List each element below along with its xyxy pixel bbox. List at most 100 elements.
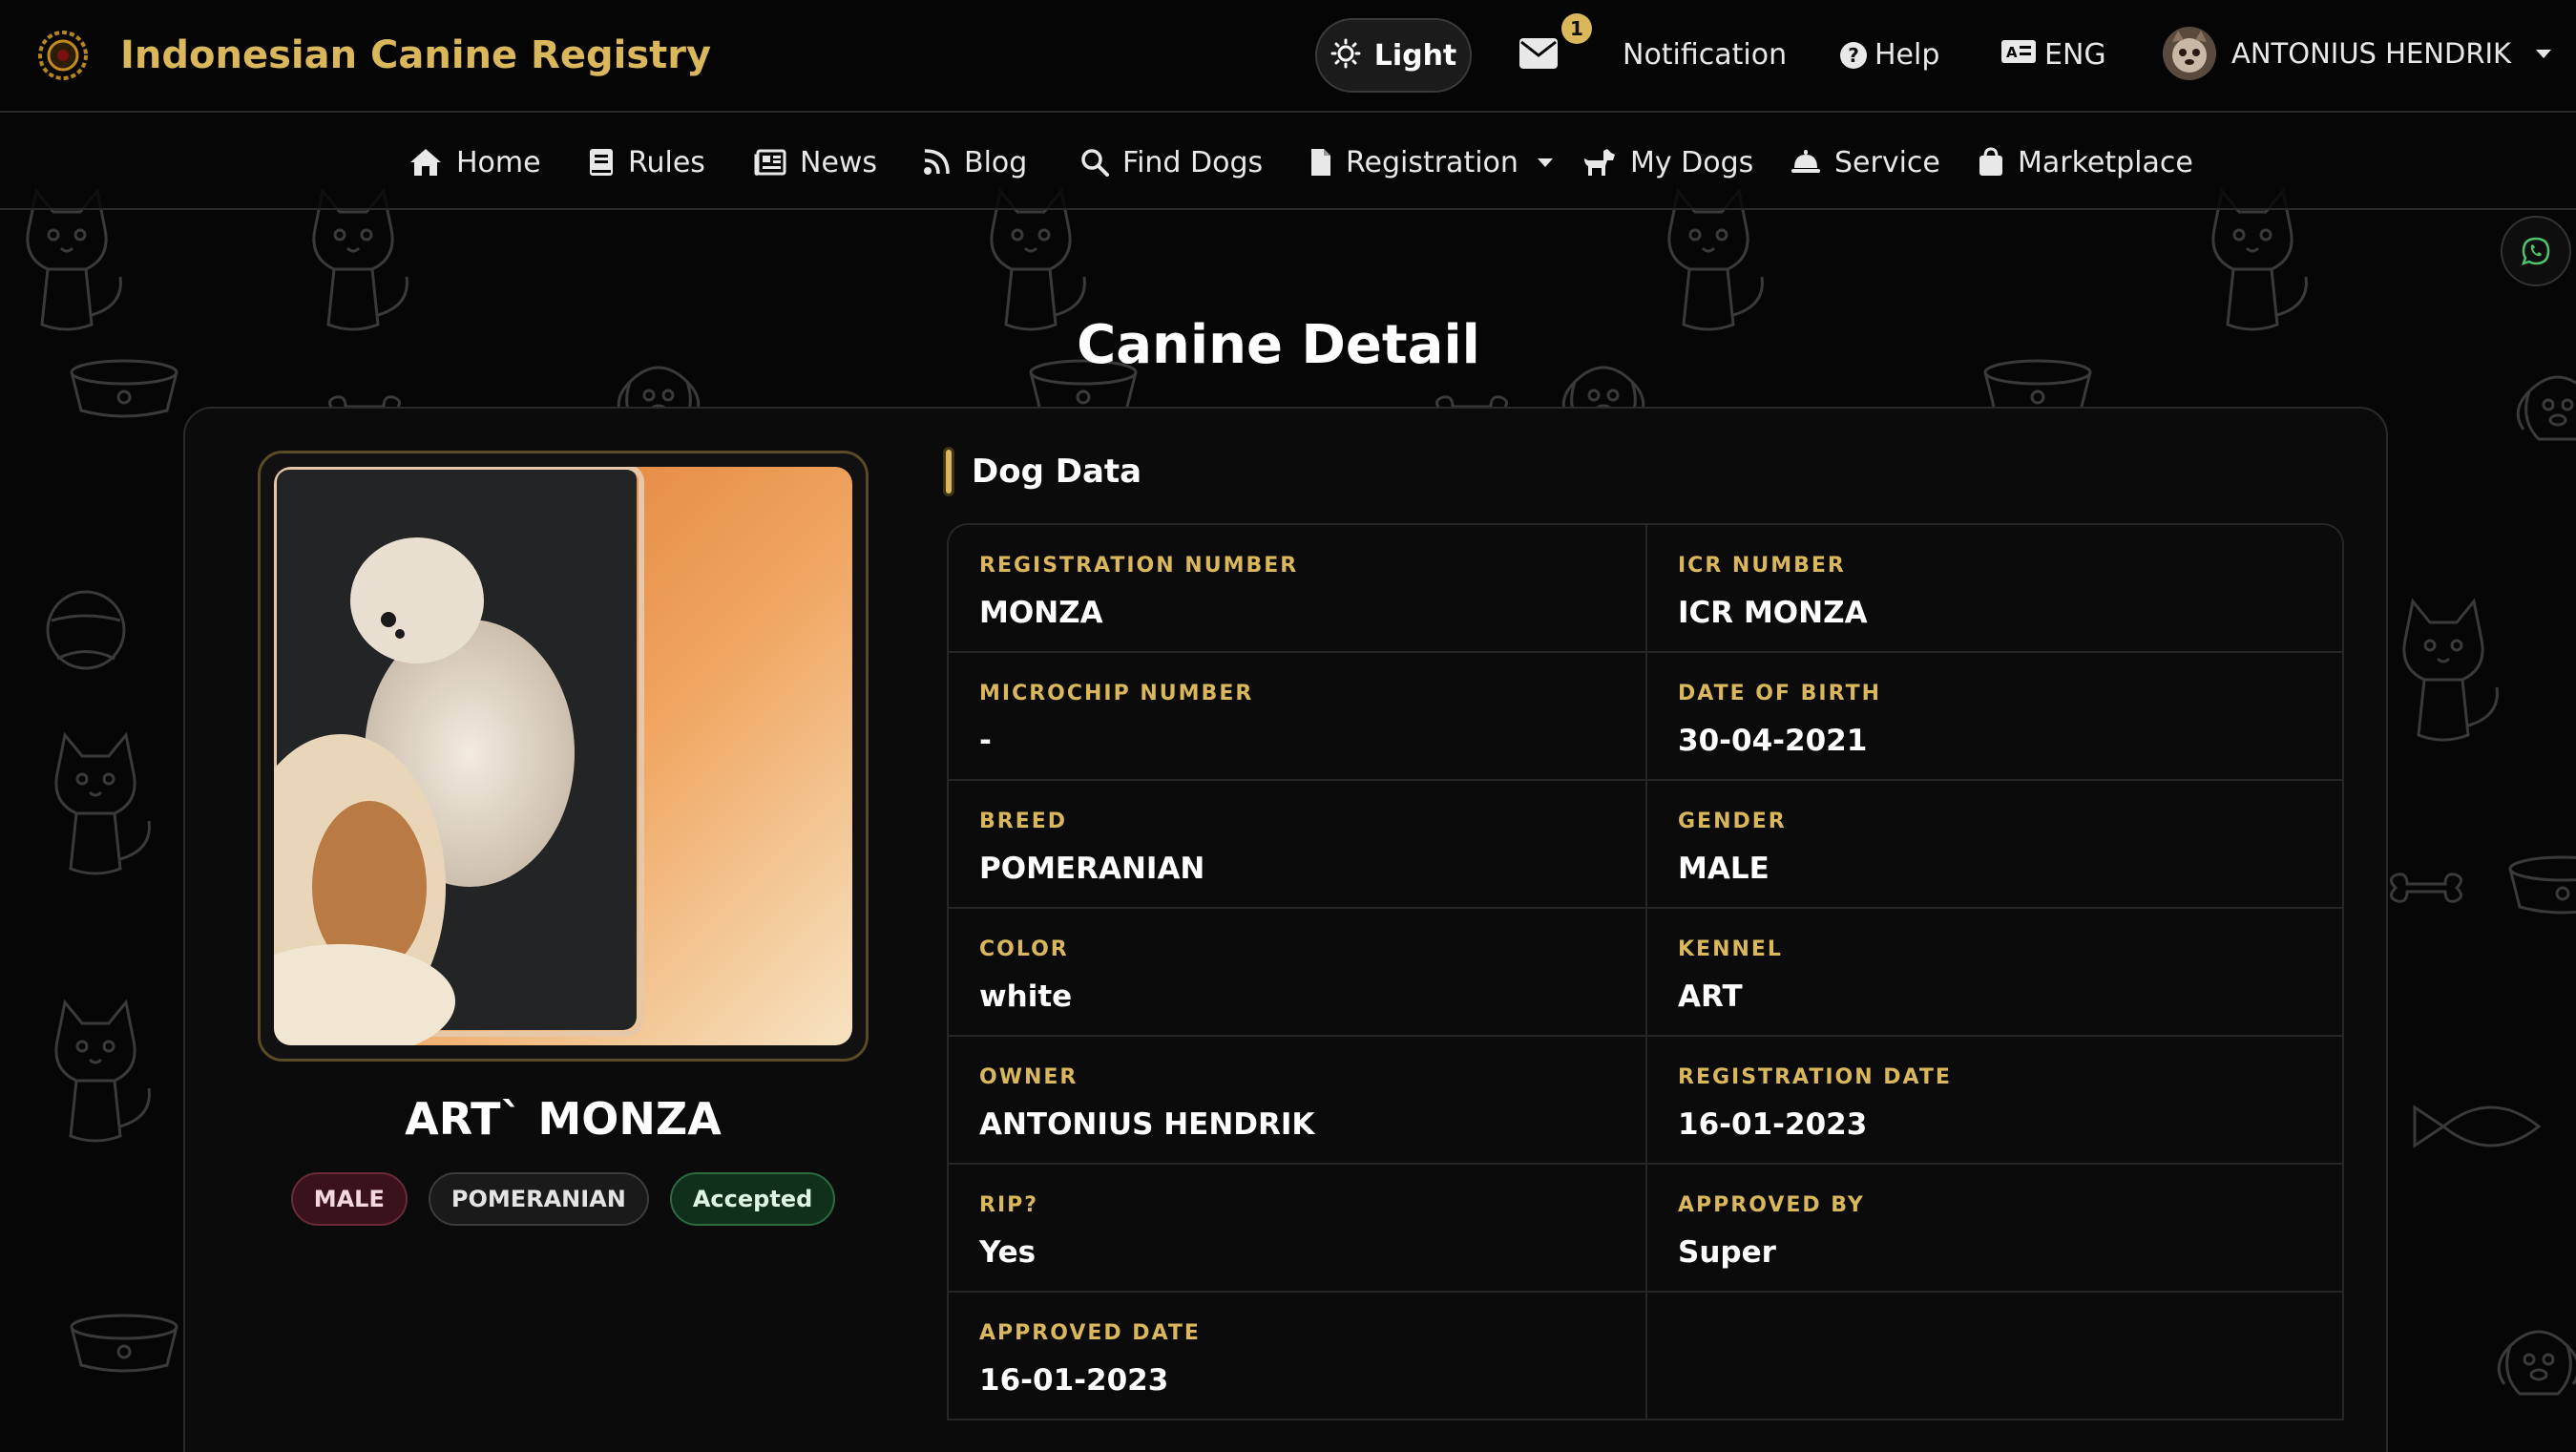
nav-item-my-dogs[interactable]: My Dogs xyxy=(1582,143,1753,181)
field-icr-number: ICR NUMBER ICR MONZA xyxy=(1645,525,2342,651)
brand-name[interactable]: Indonesian Canine Registry xyxy=(120,29,711,82)
nav-label-find-dogs: Find Dogs xyxy=(1122,145,1264,179)
book-icon xyxy=(590,149,613,176)
dog-icon xyxy=(1584,149,1615,176)
notification-link[interactable]: Notification xyxy=(1623,36,1787,74)
field-value: Super xyxy=(1678,1235,1776,1270)
field-value: ANTONIUS HENDRIK xyxy=(979,1107,1315,1142)
field-label: GENDER xyxy=(1678,810,1787,833)
bell-icon xyxy=(1791,150,1820,173)
gender-badge: MALE xyxy=(290,1172,408,1226)
whatsapp-button[interactable] xyxy=(2501,216,2571,286)
chevron-down-icon xyxy=(2536,49,2552,58)
field-label: REGISTRATION NUMBER xyxy=(979,554,1299,578)
language-selector[interactable]: A ENG xyxy=(2000,36,2106,74)
avatar xyxy=(2163,27,2216,80)
data-row: RIP? Yes APPROVED BY Super xyxy=(949,1165,2342,1293)
section-accent-bar xyxy=(943,447,954,496)
user-menu[interactable]: ANTONIUS HENDRIK xyxy=(2163,27,2552,80)
help-label: Help xyxy=(1874,38,1940,72)
field-registration-date: REGISTRATION DATE 16-01-2023 xyxy=(1645,1037,2342,1163)
rss-icon xyxy=(924,149,950,175)
nav-label-service: Service xyxy=(1834,145,1940,179)
dog-badges: MALE POMERANIAN Accepted xyxy=(258,1172,869,1226)
field-owner: OWNER ANTONIUS HENDRIK xyxy=(949,1037,1645,1163)
nav-item-registration[interactable]: Registration xyxy=(1309,143,1553,181)
dog-data-grid: REGISTRATION NUMBER MONZA ICR NUMBER ICR… xyxy=(947,523,2344,1420)
field-label: DATE OF BIRTH xyxy=(1678,682,1881,705)
field-value: 16-01-2023 xyxy=(1678,1107,1868,1142)
data-row: REGISTRATION NUMBER MONZA ICR NUMBER ICR… xyxy=(949,525,2342,653)
field-value: 30-04-2021 xyxy=(1678,724,1868,758)
field-label: OWNER xyxy=(979,1065,1079,1089)
field-approved-by: APPROVED BY Super xyxy=(1645,1165,2342,1291)
field-value: POMERANIAN xyxy=(979,852,1205,886)
field-gender: GENDER MALE xyxy=(1645,781,2342,907)
data-row: COLOR white KENNEL ART xyxy=(949,909,2342,1037)
empty-cell xyxy=(1645,1293,2342,1419)
field-label: REGISTRATION DATE xyxy=(1678,1065,1952,1089)
nav-item-rules[interactable]: Rules xyxy=(588,143,705,181)
theme-label: Light xyxy=(1373,38,1457,73)
field-label: RIP? xyxy=(979,1193,1039,1217)
data-row: OWNER ANTONIUS HENDRIK REGISTRATION DATE… xyxy=(949,1037,2342,1165)
home-icon xyxy=(410,149,441,176)
field-label: APPROVED DATE xyxy=(979,1321,1201,1345)
field-label: ICR NUMBER xyxy=(1678,554,1846,578)
field-label: KENNEL xyxy=(1678,937,1783,961)
nav-item-news[interactable]: News xyxy=(754,143,877,181)
field-value: ICR MONZA xyxy=(1678,596,1868,630)
shopping-bag-icon xyxy=(1979,147,2002,176)
field-label: APPROVED BY xyxy=(1678,1193,1865,1217)
mail-count-badge: 1 xyxy=(1561,13,1592,44)
data-row: MICROCHIP NUMBER - DATE OF BIRTH 30-04-2… xyxy=(949,653,2342,781)
svg-text:A: A xyxy=(2006,44,2018,61)
field-breed: BREED POMERANIAN xyxy=(949,781,1645,907)
field-label: BREED xyxy=(979,810,1068,833)
language-label: ENG xyxy=(2044,38,2106,72)
section-title: Dog Data xyxy=(972,452,1142,491)
status-badge: Accepted xyxy=(669,1172,836,1226)
question-icon: ? xyxy=(1840,42,1867,69)
field-kennel: KENNEL ART xyxy=(1645,909,2342,1035)
field-microchip-number: MICROCHIP NUMBER - xyxy=(949,653,1645,779)
nav-item-service[interactable]: Service xyxy=(1791,143,1940,181)
field-registration-number: REGISTRATION NUMBER MONZA xyxy=(949,525,1645,651)
nav-item-find-dogs[interactable]: Find Dogs xyxy=(1080,143,1263,181)
nav-label-news: News xyxy=(800,145,878,179)
dog-photo-frame xyxy=(258,451,869,1062)
nav-item-home[interactable]: Home xyxy=(408,143,541,181)
theme-toggle-button[interactable]: Light xyxy=(1315,18,1472,93)
chevron-down-icon xyxy=(1537,158,1553,167)
user-name: ANTONIUS HENDRIK xyxy=(2231,37,2512,70)
nav-item-marketplace[interactable]: Marketplace xyxy=(1978,143,2193,181)
search-icon xyxy=(1081,149,1109,177)
data-row: BREED POMERANIAN GENDER MALE xyxy=(949,781,2342,909)
field-date-of-birth: DATE OF BIRTH 30-04-2021 xyxy=(1645,653,2342,779)
document-icon xyxy=(1311,149,1330,176)
mail-icon[interactable] xyxy=(1518,36,1560,71)
registry-logo-icon[interactable] xyxy=(34,27,92,84)
breed-badge: POMERANIAN xyxy=(428,1172,649,1226)
nav-label-home: Home xyxy=(456,145,541,179)
page-title: Canine Detail xyxy=(0,311,2576,380)
field-rip: RIP? Yes xyxy=(949,1165,1645,1291)
dog-data-header: Dog Data xyxy=(943,447,1141,496)
nav-label-marketplace: Marketplace xyxy=(2018,145,2193,179)
field-value: Yes xyxy=(979,1235,1037,1270)
nav-label-my-dogs: My Dogs xyxy=(1630,145,1754,179)
field-label: MICROCHIP NUMBER xyxy=(979,682,1254,705)
help-link[interactable]: ? Help xyxy=(1840,36,1939,74)
nav-item-blog[interactable]: Blog xyxy=(922,143,1027,181)
dog-photo[interactable] xyxy=(274,467,852,1045)
nav-label-blog: Blog xyxy=(964,145,1028,179)
field-value: - xyxy=(979,724,992,758)
newspaper-icon xyxy=(754,149,786,176)
field-value: ART xyxy=(1678,979,1743,1014)
field-value: white xyxy=(979,979,1073,1014)
page-title-text: Canine Detail xyxy=(1077,314,1480,376)
sun-icon xyxy=(1330,38,1361,73)
dog-name: ART` MONZA xyxy=(405,1093,722,1145)
nav-label-registration: Registration xyxy=(1346,145,1518,179)
field-value: 16-01-2023 xyxy=(979,1363,1169,1398)
